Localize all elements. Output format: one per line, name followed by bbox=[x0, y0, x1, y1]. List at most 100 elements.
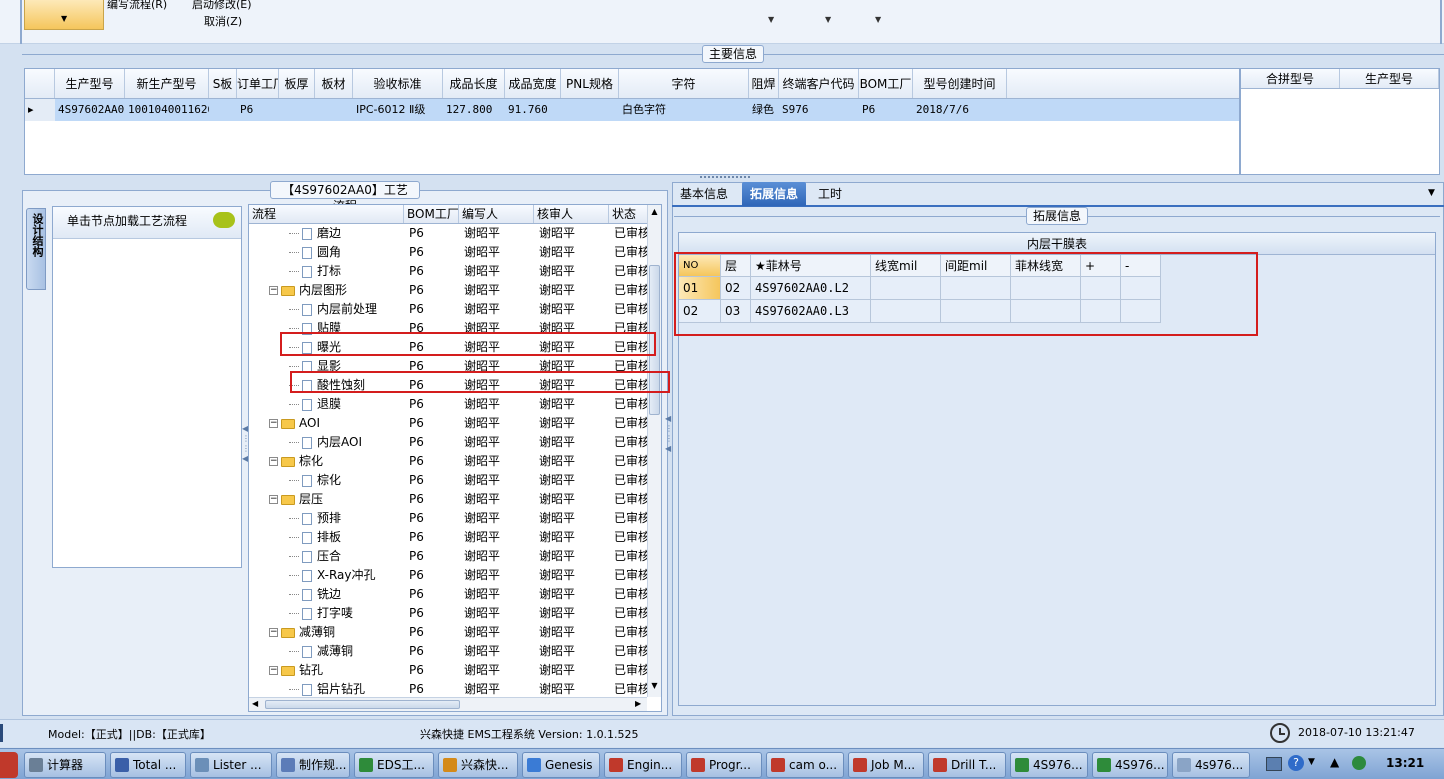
table-cell[interactable]: 127.800 bbox=[443, 99, 505, 121]
column-header[interactable]: 生产型号 bbox=[1340, 69, 1439, 88]
toolbar-dropdown-button[interactable]: ▼ bbox=[24, 0, 104, 30]
collapse-node-icon[interactable]: − bbox=[269, 495, 278, 504]
network-icon[interactable] bbox=[1352, 756, 1366, 770]
taskbar-button[interactable]: 4S976... bbox=[1092, 752, 1168, 778]
tab-menu-icon[interactable]: ▼ bbox=[1428, 188, 1435, 198]
tree-row[interactable]: 内层前处理 P6 谢昭平 谢昭平 已审核 bbox=[249, 300, 661, 319]
taskbar-button[interactable]: cam o... bbox=[766, 752, 844, 778]
tree-row[interactable]: 打字唛 P6 谢昭平 谢昭平 已审核 bbox=[249, 604, 661, 623]
table-cell[interactable]: 白色字符 bbox=[619, 99, 749, 121]
column-header[interactable]: 核审人 bbox=[534, 205, 609, 223]
column-header[interactable]: 成品宽度 bbox=[505, 69, 561, 98]
table-cell[interactable] bbox=[209, 99, 237, 121]
dropdown-arrow-icon[interactable]: ▼ bbox=[768, 15, 774, 24]
tree-node[interactable]: 内层AOI bbox=[249, 433, 404, 452]
taskbar-button[interactable]: 4S976... bbox=[1010, 752, 1088, 778]
tree-node[interactable]: 内层前处理 bbox=[249, 300, 404, 319]
collapse-node-icon[interactable]: − bbox=[269, 419, 278, 428]
tree-node[interactable]: 打字唛 bbox=[249, 604, 404, 623]
tree-row[interactable]: 减薄铜 P6 谢昭平 谢昭平 已审核 bbox=[249, 642, 661, 661]
table-cell[interactable]: 10010400116268 bbox=[125, 99, 209, 121]
column-header[interactable]: 验收标准 bbox=[353, 69, 443, 98]
taskbar-button[interactable]: 计算器 bbox=[24, 752, 106, 778]
table-cell[interactable]: 2018/7/6 bbox=[913, 99, 1007, 121]
keyboard-icon[interactable] bbox=[1266, 757, 1282, 771]
tree-node[interactable]: X-Ray冲孔 bbox=[249, 566, 404, 585]
table-cell[interactable]: S976 bbox=[779, 99, 859, 121]
table-cell[interactable]: P6 bbox=[859, 99, 913, 121]
tree-row[interactable]: 内层AOI P6 谢昭平 谢昭平 已审核 bbox=[249, 433, 661, 452]
column-header[interactable]: 流程 bbox=[249, 205, 404, 223]
tree-node[interactable]: 磨边 bbox=[249, 224, 404, 243]
table-cell[interactable]: 91.760 bbox=[505, 99, 561, 121]
horizontal-scrollbar[interactable]: ◀ ▶ bbox=[249, 697, 647, 711]
tab-work-hours[interactable]: 工时 bbox=[810, 182, 850, 206]
scrollbar-thumb[interactable] bbox=[265, 700, 460, 709]
tree-row[interactable]: − 减薄铜 P6 谢昭平 谢昭平 已审核 bbox=[249, 623, 661, 642]
tree-node[interactable]: 排板 bbox=[249, 528, 404, 547]
tree-row[interactable]: 圆角 P6 谢昭平 谢昭平 已审核 bbox=[249, 243, 661, 262]
column-header[interactable]: 阻焊 bbox=[749, 69, 779, 98]
collapse-node-icon[interactable]: − bbox=[269, 457, 278, 466]
tree-node[interactable]: − AOI bbox=[249, 414, 404, 433]
tree-row[interactable]: 退膜 P6 谢昭平 谢昭平 已审核 bbox=[249, 395, 661, 414]
scroll-up-icon[interactable]: ▲ bbox=[648, 205, 661, 219]
dropdown-arrow-icon[interactable]: ▼ bbox=[825, 15, 831, 24]
taskbar-button[interactable]: Genesis bbox=[522, 752, 600, 778]
scroll-right-icon[interactable]: ▶ bbox=[635, 699, 641, 708]
column-header[interactable]: 型号创建时间 bbox=[913, 69, 1007, 98]
tree-node[interactable]: 预排 bbox=[249, 509, 404, 528]
column-header[interactable]: 成品长度 bbox=[443, 69, 505, 98]
dropdown-arrow-icon[interactable]: ▼ bbox=[875, 15, 881, 24]
taskbar-button[interactable]: Total ... bbox=[110, 752, 186, 778]
tree-node[interactable]: 铣边 bbox=[249, 585, 404, 604]
table-cell[interactable] bbox=[561, 99, 619, 121]
tree-row[interactable]: 打标 P6 谢昭平 谢昭平 已审核 bbox=[249, 262, 661, 281]
taskbar-button[interactable]: EDS工... bbox=[354, 752, 434, 778]
tree-row[interactable]: 预排 P6 谢昭平 谢昭平 已审核 bbox=[249, 509, 661, 528]
column-header[interactable]: 终端客户代码 bbox=[779, 69, 859, 98]
collapse-node-icon[interactable]: − bbox=[269, 286, 278, 295]
taskbar-button[interactable]: Progr... bbox=[686, 752, 762, 778]
tree-node[interactable]: − 减薄铜 bbox=[249, 623, 404, 642]
taskbar-button[interactable]: Engin... bbox=[604, 752, 682, 778]
tab-basic-info[interactable]: 基本信息 bbox=[672, 182, 736, 206]
column-header[interactable]: 状态 bbox=[609, 205, 649, 223]
start-button[interactable] bbox=[0, 752, 18, 778]
collapse-node-icon[interactable]: − bbox=[269, 666, 278, 675]
tree-row[interactable]: − AOI P6 谢昭平 谢昭平 已审核 bbox=[249, 414, 661, 433]
tree-row[interactable]: − 层压 P6 谢昭平 谢昭平 已审核 bbox=[249, 490, 661, 509]
table-cell[interactable]: P6 bbox=[237, 99, 279, 121]
tree-row[interactable]: − 棕化 P6 谢昭平 谢昭平 已审核 bbox=[249, 452, 661, 471]
speech-bubble-icon[interactable] bbox=[213, 212, 235, 228]
column-header[interactable]: BOM工厂 bbox=[404, 205, 459, 223]
row-selector-icon[interactable]: ▸ bbox=[25, 99, 55, 121]
tree-row[interactable]: 排板 P6 谢昭平 谢昭平 已审核 bbox=[249, 528, 661, 547]
collapse-node-icon[interactable]: − bbox=[269, 628, 278, 637]
table-cell[interactable] bbox=[279, 99, 315, 121]
show-hidden-icons[interactable]: ▲ bbox=[1330, 755, 1339, 769]
menu-cancel[interactable]: 取消(Z) bbox=[204, 13, 242, 29]
tree-row[interactable]: − 内层图形 P6 谢昭平 谢昭平 已审核 bbox=[249, 281, 661, 300]
menu-edit-flow[interactable]: 编写流程(R) bbox=[107, 0, 167, 12]
vertical-scrollbar[interactable]: ▲ ▼ bbox=[647, 205, 661, 697]
column-header[interactable]: 生产型号 bbox=[55, 69, 125, 98]
tree-node[interactable]: 棕化 bbox=[249, 471, 404, 490]
taskbar-button[interactable]: 4s976... bbox=[1172, 752, 1250, 778]
column-header[interactable]: S板 bbox=[209, 69, 237, 98]
taskbar-button[interactable]: Drill T... bbox=[928, 752, 1006, 778]
column-header[interactable]: BOM工厂 bbox=[859, 69, 913, 98]
tab-design-structure[interactable]: 设计结构 bbox=[26, 208, 46, 290]
column-header[interactable]: 编写人 bbox=[459, 205, 534, 223]
tree-row[interactable]: 压合 P6 谢昭平 谢昭平 已审核 bbox=[249, 547, 661, 566]
tree-row[interactable]: 铣边 P6 谢昭平 谢昭平 已审核 bbox=[249, 585, 661, 604]
tree-node[interactable]: − 钻孔 bbox=[249, 661, 404, 680]
tree-row[interactable]: 磨边 P6 谢昭平 谢昭平 已审核 bbox=[249, 224, 661, 243]
tree-node[interactable]: 减薄铜 bbox=[249, 642, 404, 661]
tree-node[interactable]: − 棕化 bbox=[249, 452, 404, 471]
tree-node[interactable]: 压合 bbox=[249, 547, 404, 566]
column-header[interactable]: 合拼型号 bbox=[1241, 69, 1340, 88]
taskbar-button[interactable]: 兴森快... bbox=[438, 752, 518, 778]
tree-node[interactable]: − 层压 bbox=[249, 490, 404, 509]
tree-node[interactable]: − 内层图形 bbox=[249, 281, 404, 300]
